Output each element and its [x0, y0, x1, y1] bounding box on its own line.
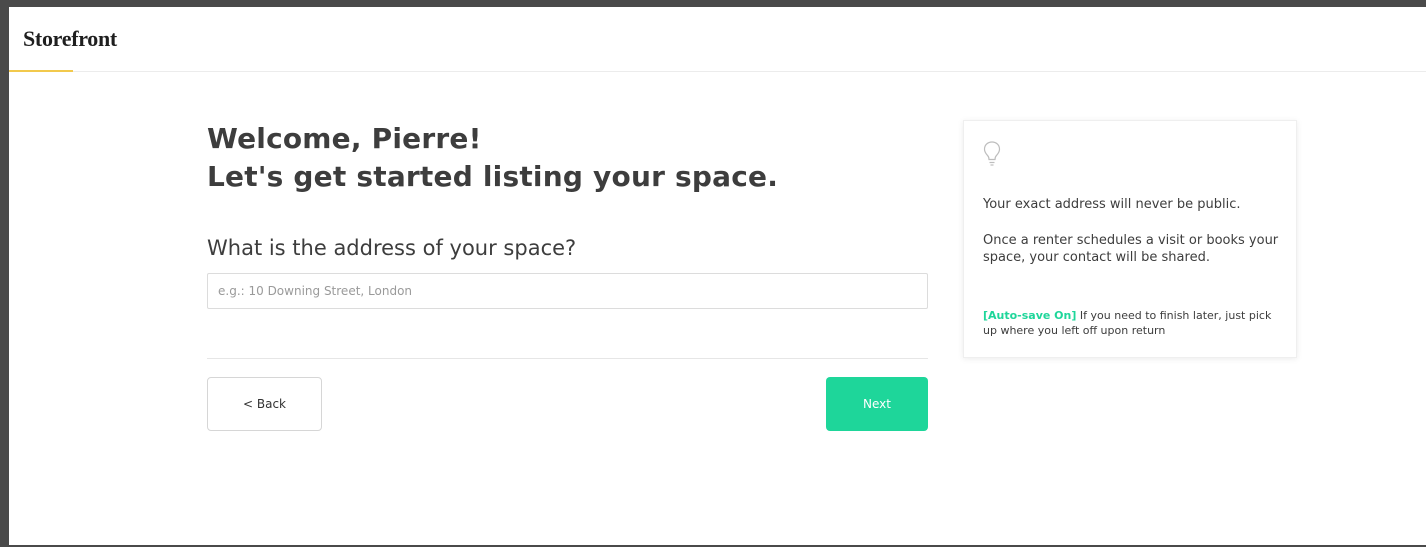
- lightbulb-icon: [983, 140, 1001, 170]
- info-card: Your exact address will never be public.…: [963, 120, 1297, 358]
- autosave-note: [Auto-save On] If you need to finish lat…: [983, 308, 1288, 338]
- welcome-heading: Welcome, Pierre!: [207, 122, 482, 155]
- storefront-logo[interactable]: Storefront: [23, 26, 117, 52]
- listing-heading: Let's get started listing your space.: [207, 160, 779, 193]
- logo-underline: [9, 70, 73, 72]
- form-divider: [207, 358, 928, 359]
- contact-note: Once a renter schedules a visit or books…: [983, 233, 1279, 265]
- next-button[interactable]: Next: [826, 377, 928, 431]
- privacy-note: Your exact address will never be public.: [983, 197, 1241, 212]
- top-header: Storefront: [9, 7, 1426, 72]
- back-button[interactable]: < Back: [207, 377, 322, 431]
- address-question: What is the address of your space?: [207, 236, 577, 260]
- address-input[interactable]: [207, 273, 928, 309]
- autosave-badge: [Auto-save On]: [983, 309, 1077, 322]
- app-window: Storefront Welcome, Pierre! Let's get st…: [9, 7, 1426, 545]
- page-title: Welcome, Pierre! Let's get started listi…: [207, 120, 778, 196]
